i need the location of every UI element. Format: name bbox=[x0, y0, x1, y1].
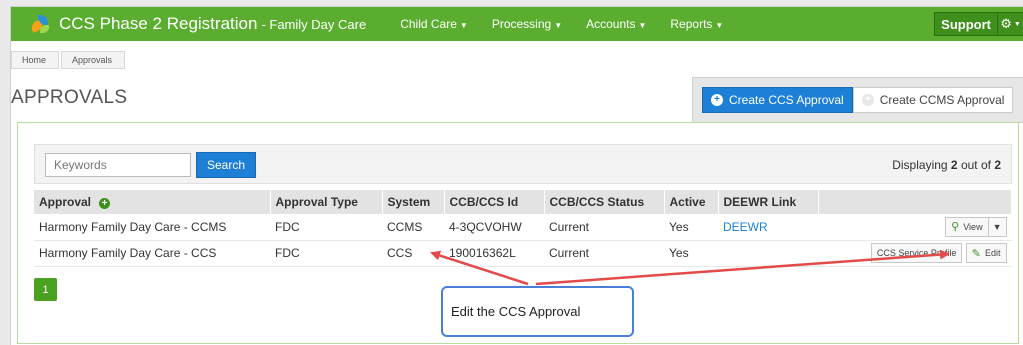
column-header-approval-type[interactable]: Approval Type bbox=[270, 190, 383, 214]
cell-id: 190016362L bbox=[444, 240, 544, 267]
plus-circle-icon: + bbox=[711, 94, 723, 106]
plus-circle-icon: + bbox=[861, 94, 874, 106]
search-input[interactable] bbox=[45, 153, 191, 177]
nav-item-reports[interactable]: Reports ▼ bbox=[658, 17, 735, 31]
table-row: Harmony Family Day Care - CCS FDC CCS 19… bbox=[34, 240, 1012, 267]
cell-deewr-link: DEEWR bbox=[718, 214, 818, 241]
breadcrumb-home[interactable]: Home bbox=[11, 51, 60, 69]
page-title: APPROVALS bbox=[11, 87, 128, 108]
app-subtitle: - Family Day Care bbox=[261, 16, 367, 32]
create-ccs-approval-button[interactable]: + Create CCS Approval bbox=[702, 87, 853, 113]
cell-type: FDC bbox=[270, 214, 382, 241]
cell-actions: ⚲ View ▼ bbox=[818, 214, 1012, 241]
column-header-active[interactable]: Active bbox=[664, 190, 719, 214]
approvals-table: Approval + Approval Type System CCB/CCS I… bbox=[34, 190, 1012, 267]
gear-icon: ⚙ bbox=[1000, 16, 1012, 31]
nav-item-processing[interactable]: Processing ▼ bbox=[480, 17, 574, 31]
nav-menu: Child Care ▼ Processing ▼ Accounts ▼ Report… bbox=[388, 17, 735, 31]
column-header-id[interactable]: CCB/CCS Id bbox=[444, 190, 545, 214]
breadcrumb: Home Approvals bbox=[11, 51, 127, 69]
table-header-row: Approval + Approval Type System CCB/CCS I… bbox=[34, 190, 1012, 214]
cell-approval: Harmony Family Day Care - CCS bbox=[34, 240, 270, 267]
nav-right: Support ⚙ ▼ bbox=[934, 12, 1023, 36]
caret-down-icon: ▼ bbox=[459, 21, 468, 30]
breadcrumb-approvals[interactable]: Approvals bbox=[61, 51, 126, 69]
nav-item-accounts[interactable]: Accounts ▼ bbox=[574, 17, 658, 31]
cell-status: Current bbox=[544, 214, 664, 241]
cell-active: Yes bbox=[664, 214, 718, 241]
caret-down-icon: ▼ bbox=[715, 21, 724, 30]
caret-down-icon: ▼ bbox=[638, 21, 647, 30]
edit-button[interactable]: ✎ Edit bbox=[965, 243, 1007, 263]
search-button[interactable]: Search bbox=[196, 152, 256, 178]
pagination-page-1[interactable]: 1 bbox=[34, 278, 57, 301]
callout-box: Edit the CCS Approval bbox=[441, 286, 634, 337]
cell-type: FDC bbox=[270, 240, 382, 267]
cell-system: CCS bbox=[382, 240, 444, 267]
cell-system: CCMS bbox=[382, 214, 444, 241]
view-button[interactable]: ⚲ View bbox=[945, 216, 989, 237]
column-header-actions bbox=[818, 190, 1012, 214]
cell-actions: CCS Service Profile ✎ Edit bbox=[818, 240, 1012, 267]
support-button[interactable]: Support bbox=[934, 12, 998, 36]
app-title: CCS Phase 2 Registration bbox=[59, 14, 258, 33]
add-circle-icon[interactable]: + bbox=[99, 198, 111, 209]
search-icon: ⚲ bbox=[951, 221, 960, 234]
results-count: Displaying 2 out of 2 bbox=[892, 158, 1001, 172]
table-row: Harmony Family Day Care - CCMS FDC CCMS … bbox=[34, 214, 1012, 241]
column-header-status[interactable]: CCB/CCS Status bbox=[544, 190, 665, 214]
create-ccms-approval-button[interactable]: + Create CCMS Approval bbox=[852, 87, 1014, 113]
caret-down-icon: ▼ bbox=[554, 21, 563, 30]
logo-icon bbox=[29, 13, 51, 35]
caret-down-icon: ▼ bbox=[992, 221, 1002, 232]
ccs-service-profile-button[interactable]: CCS Service Profile bbox=[870, 243, 963, 263]
create-button-group: + Create CCS Approval + Create CCMS Appr… bbox=[692, 77, 1023, 123]
column-header-approval[interactable]: Approval + bbox=[34, 190, 271, 214]
search-toolbar: Search Displaying 2 out of 2 bbox=[34, 144, 1012, 184]
navbar: CCS Phase 2 Registration - Family Day Ca… bbox=[11, 7, 1023, 41]
edit-icon: ✎ bbox=[971, 247, 981, 260]
cell-deewr-link bbox=[718, 240, 818, 267]
deewr-link[interactable]: DEEWR bbox=[723, 220, 768, 234]
cell-approval: Harmony Family Day Care - CCMS bbox=[34, 214, 270, 241]
view-dropdown-toggle[interactable]: ▼ bbox=[988, 216, 1007, 237]
column-header-deewr-link[interactable]: DEEWR Link bbox=[718, 190, 819, 214]
caret-down-icon: ▼ bbox=[1013, 20, 1021, 28]
brand[interactable]: CCS Phase 2 Registration - Family Day Ca… bbox=[11, 7, 366, 41]
column-header-system[interactable]: System bbox=[382, 190, 445, 214]
cell-active: Yes bbox=[664, 240, 718, 267]
cell-status: Current bbox=[544, 240, 664, 267]
nav-item-child-care[interactable]: Child Care ▼ bbox=[388, 17, 480, 31]
settings-button[interactable]: ⚙ ▼ bbox=[998, 12, 1023, 36]
cell-id: 4-3QCVOHW bbox=[444, 214, 544, 241]
